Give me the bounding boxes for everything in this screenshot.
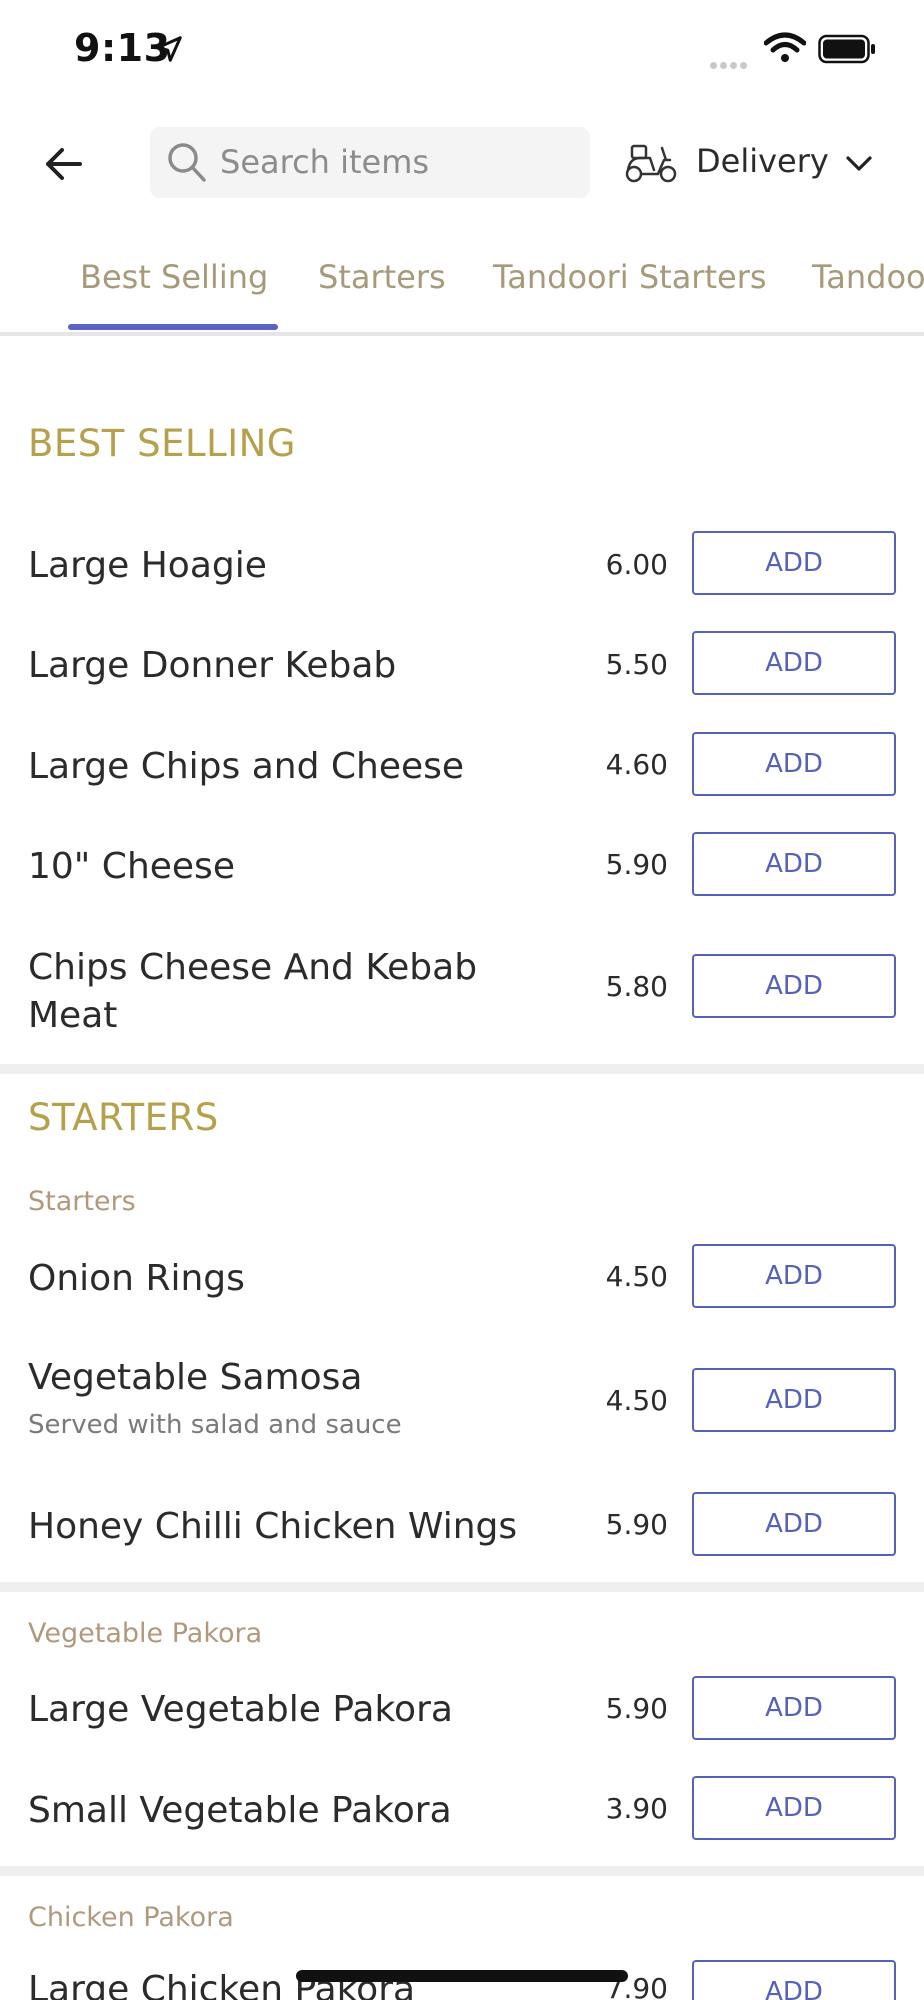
add-button[interactable]: ADD [692, 1960, 896, 2000]
tab-tandoori[interactable]: Tandoori [812, 258, 924, 296]
add-button[interactable]: ADD [692, 1368, 896, 1432]
add-button[interactable]: ADD [692, 832, 896, 896]
add-button[interactable]: ADD [692, 1492, 896, 1556]
subcategory-label: Chicken Pakora [28, 1902, 234, 1933]
add-button[interactable]: ADD [692, 954, 896, 1018]
section-divider [0, 1582, 924, 1592]
add-button[interactable]: ADD [692, 732, 896, 796]
item-price: 3.90 [605, 1792, 668, 1825]
tab-best-selling[interactable]: Best Selling [80, 258, 268, 296]
active-tab-indicator [68, 324, 278, 330]
item-price: 5.50 [605, 648, 668, 681]
add-button[interactable]: ADD [692, 1776, 896, 1840]
section-divider [0, 1064, 924, 1074]
subcategory-label: Starters [28, 1186, 136, 1217]
chevron-down-icon [846, 156, 872, 171]
status-bar: 9:13 [0, 0, 924, 100]
item-price: 5.90 [605, 1692, 668, 1725]
item-price: 4.50 [605, 1384, 668, 1417]
item-name: Honey Chilli Chicken Wings [28, 1506, 518, 1547]
section-title-starters: STARTERS [28, 1096, 219, 1139]
item-price: 5.90 [605, 1508, 668, 1541]
back-arrow-icon[interactable] [40, 140, 88, 188]
scooter-icon [625, 144, 677, 183]
category-tabs: Best Selling Starters Tandoori Starters … [0, 240, 924, 336]
search-box[interactable] [150, 127, 590, 198]
item-name: Large Donner Kebab [28, 645, 397, 686]
item-name: 10" Cheese [28, 846, 235, 887]
item-name: Large Vegetable Pakora [28, 1689, 453, 1730]
section-title-best-selling: BEST SELLING [28, 422, 296, 465]
add-button[interactable]: ADD [692, 531, 896, 595]
item-price: 4.50 [605, 1260, 668, 1293]
search-input[interactable] [220, 139, 570, 185]
top-bar: Delivery [0, 100, 924, 230]
wifi-icon [764, 32, 806, 62]
section-divider [0, 1866, 924, 1876]
item-name: Small Vegetable Pakora [28, 1790, 452, 1831]
item-price: 4.60 [605, 748, 668, 781]
tab-starters[interactable]: Starters [318, 258, 446, 296]
item-price: 6.00 [605, 548, 668, 581]
delivery-mode-selector[interactable]: Delivery [620, 130, 910, 200]
item-name: Large Chips and Cheese [28, 746, 465, 787]
item-name: Onion Rings [28, 1258, 245, 1299]
item-name: Vegetable Samosa [28, 1357, 363, 1398]
menu-list[interactable]: BEST SELLING Large Hoagie 6.00 ADD Large… [0, 336, 924, 2000]
location-arrow-icon [156, 36, 182, 62]
home-indicator [296, 1970, 628, 1982]
item-price: 5.80 [605, 970, 668, 1003]
item-name: Large Hoagie [28, 545, 267, 586]
add-button[interactable]: ADD [692, 1244, 896, 1308]
item-price: 5.90 [605, 848, 668, 881]
search-icon [168, 143, 206, 182]
signal-icon [710, 54, 750, 73]
delivery-label: Delivery [696, 142, 829, 180]
tab-tandoori-starters[interactable]: Tandoori Starters [493, 258, 767, 296]
item-description: Served with salad and sauce [28, 1410, 402, 1440]
subcategory-label: Vegetable Pakora [28, 1618, 263, 1649]
add-button[interactable]: ADD [692, 631, 896, 695]
item-name: Chips Cheese And Kebab Meat [28, 947, 478, 1036]
add-button[interactable]: ADD [692, 1676, 896, 1740]
battery-icon [818, 34, 875, 64]
